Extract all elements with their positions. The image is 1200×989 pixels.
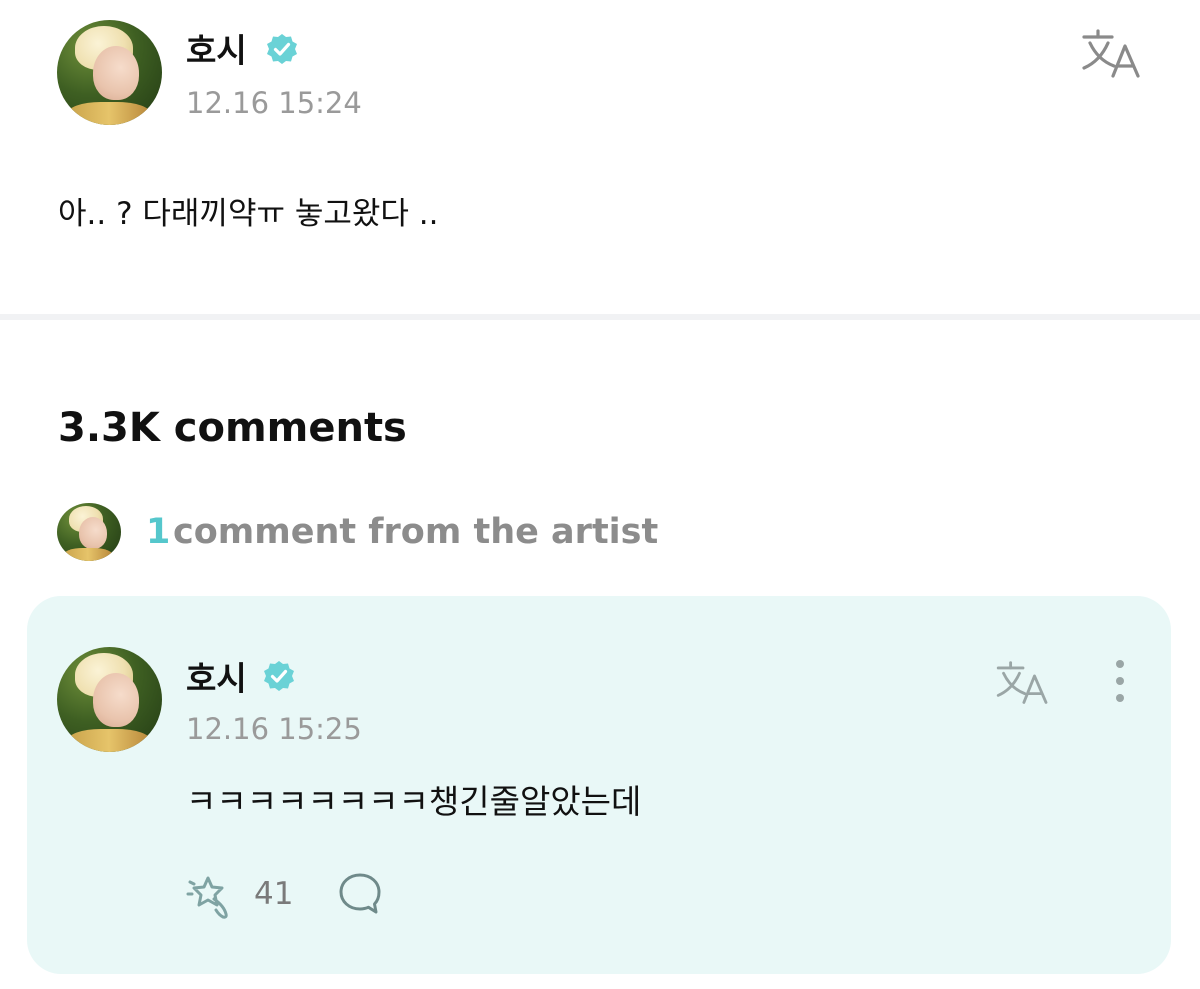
reply-bubble-icon[interactable] xyxy=(338,872,382,916)
avatar-shirt xyxy=(63,548,113,561)
artist-summary-avatar xyxy=(57,503,121,561)
comment-author-avatar[interactable] xyxy=(57,647,162,752)
post-body-text: 아.. ? 다래끼약ㅠ 놓고왔다 .. xyxy=(58,196,439,232)
post-timestamp: 12.16 15:24 xyxy=(186,86,362,120)
more-dot xyxy=(1116,677,1124,685)
post-author-name[interactable]: 호시 xyxy=(186,24,247,72)
translate-icon[interactable] xyxy=(994,660,1052,706)
verified-badge-icon xyxy=(264,661,294,691)
artist-comment-label[interactable]: comment from the artist xyxy=(173,512,658,552)
avatar-face xyxy=(93,46,139,100)
avatar-face xyxy=(79,517,107,549)
post-author-avatar[interactable] xyxy=(57,20,162,125)
more-vertical-icon[interactable] xyxy=(1110,660,1130,710)
like-icon[interactable] xyxy=(186,870,238,920)
translate-icon[interactable] xyxy=(1080,28,1144,80)
avatar-shirt xyxy=(67,102,151,125)
comment-body-text: ㅋㅋㅋㅋㅋㅋㅋㅋ챙긴줄알았는데 xyxy=(186,782,642,821)
avatar-face xyxy=(93,673,139,727)
avatar-shirt xyxy=(67,729,151,752)
like-count: 41 xyxy=(254,876,294,912)
section-divider xyxy=(0,314,1200,320)
comment-timestamp: 12.16 15:25 xyxy=(186,712,362,746)
artist-comment-count[interactable]: 1 xyxy=(146,512,170,552)
comments-count-title: 3.3K comments xyxy=(58,405,407,451)
comment-author-name[interactable]: 호시 xyxy=(186,652,247,700)
verified-badge-icon xyxy=(267,34,297,64)
more-dot xyxy=(1116,694,1124,702)
more-dot xyxy=(1116,660,1124,668)
